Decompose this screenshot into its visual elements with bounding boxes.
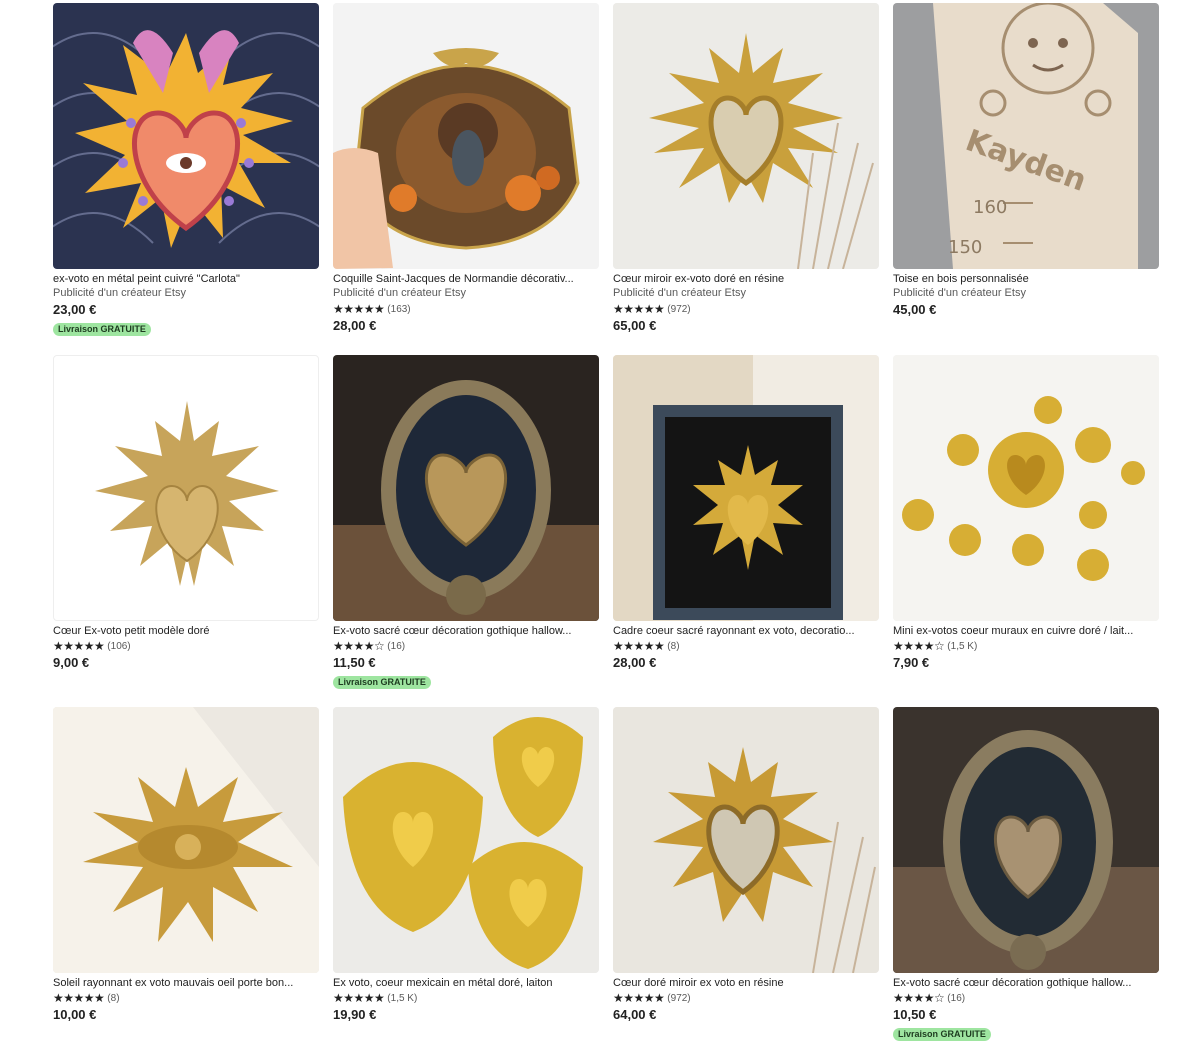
star-rating-icon: ★★★★★ — [333, 991, 385, 1005]
rating: ★★★★★ (972) — [613, 990, 879, 1006]
review-count: (8) — [107, 992, 120, 1004]
listing-title[interactable]: Coquille Saint-Jacques de Normandie déco… — [333, 272, 599, 286]
listing-title[interactable]: Soleil rayonnant ex voto mauvais oeil po… — [53, 976, 319, 990]
listing-card[interactable]: Cadre coeur sacré rayonnant ex voto, dec… — [613, 355, 879, 707]
review-count: (16) — [387, 640, 406, 652]
star-rating-icon: ★★★★☆ — [893, 639, 945, 653]
star-rating-icon: ★★★★★ — [333, 302, 385, 316]
review-count: (8) — [667, 640, 680, 652]
listing-title[interactable]: Mini ex-votos coeur muraux en cuivre dor… — [893, 624, 1159, 638]
listing-card[interactable]: ex-voto en métal peint cuivré "Carlota" … — [53, 3, 319, 355]
review-count: (1,5 K) — [947, 640, 978, 652]
review-count: (163) — [387, 303, 411, 315]
listing-image-growth-chart[interactable]: Kayden 160 150 — [893, 3, 1159, 269]
rating: ★★★★☆ (16) — [333, 638, 599, 654]
listing-card[interactable]: Coquille Saint-Jacques de Normandie déco… — [333, 3, 599, 355]
listing-image-mini-hearts[interactable] — [893, 355, 1159, 621]
review-count: (1,5 K) — [387, 992, 418, 1004]
listing-card[interactable]: Mini ex-votos coeur muraux en cuivre dor… — [893, 355, 1159, 707]
review-count: (972) — [667, 303, 691, 315]
listing-price: 28,00 € — [333, 318, 377, 333]
listing-title[interactable]: Ex voto, coeur mexicain en métal doré, l… — [333, 976, 599, 990]
listing-title[interactable]: Ex-voto sacré cœur décoration gothique h… — [893, 976, 1159, 990]
listing-title[interactable]: Toise en bois personnalisée — [893, 272, 1159, 286]
listing-title[interactable]: Cœur doré miroir ex voto en résine — [613, 976, 879, 990]
ad-label: Publicité d'un créateur Etsy — [53, 287, 186, 299]
ad-label: Publicité d'un créateur Etsy — [893, 287, 1026, 299]
listing-title[interactable]: Ex-voto sacré cœur décoration gothique h… — [333, 624, 599, 638]
listing-card[interactable]: Cœur Ex-voto petit modèle doré ★★★★★ (10… — [53, 355, 319, 707]
listing-card[interactable]: Kayden 160 150 Toise en bois personnalis… — [893, 3, 1159, 355]
listing-image-gothic-frame[interactable] — [333, 355, 599, 621]
listing-price: 28,00 € — [613, 655, 657, 670]
star-rating-icon: ★★★★☆ — [333, 639, 385, 653]
listing-image-gold-heart[interactable] — [53, 355, 319, 621]
listing-image-sun-eye[interactable] — [53, 707, 319, 973]
listing-image-framed-heart[interactable] — [613, 355, 879, 621]
listing-price: 10,00 € — [53, 1007, 97, 1022]
review-count: (16) — [947, 992, 966, 1004]
rating: ★★★★★ (106) — [53, 638, 319, 654]
listing-title[interactable]: Cadre coeur sacré rayonnant ex voto, dec… — [613, 624, 879, 638]
listing-title[interactable]: Cœur Ex-voto petit modèle doré — [53, 624, 319, 638]
rating: ★★★★★ (163) — [333, 301, 599, 317]
rating: ★★★★☆ (1,5 K) — [893, 638, 1159, 654]
listing-price: 64,00 € — [613, 1007, 657, 1022]
listing-price: 65,00 € — [613, 318, 657, 333]
free-shipping-badge: Livraison GRATUITE — [893, 1028, 991, 1041]
listing-image-mirror-heart[interactable] — [613, 3, 879, 269]
listing-image-shell[interactable] — [333, 3, 599, 269]
listing-image-painted-heart[interactable] — [53, 3, 319, 269]
listing-title[interactable]: Cœur miroir ex-voto doré en résine — [613, 272, 879, 286]
star-rating-icon: ★★★★★ — [53, 991, 105, 1005]
listing-card[interactable]: Soleil rayonnant ex voto mauvais oeil po… — [53, 707, 319, 1059]
free-shipping-badge: Livraison GRATUITE — [53, 323, 151, 336]
ad-label: Publicité d'un créateur Etsy — [613, 287, 746, 299]
rating: ★★★★★ (1,5 K) — [333, 990, 599, 1006]
free-shipping-badge: Livraison GRATUITE — [333, 676, 431, 689]
rating: ★★★★★ (972) — [613, 301, 879, 317]
listing-price: 45,00 € — [893, 302, 937, 317]
listing-price: 11,50 € — [333, 655, 376, 670]
listing-price: 10,50 € — [893, 1007, 937, 1022]
listing-card[interactable]: Cœur doré miroir ex voto en résine ★★★★★… — [613, 707, 879, 1059]
listing-title[interactable]: ex-voto en métal peint cuivré "Carlota" — [53, 272, 319, 286]
rating: ★★★★★ (8) — [53, 990, 319, 1006]
listing-image-gold-mirror-heart[interactable] — [613, 707, 879, 973]
listing-price: 9,00 € — [53, 655, 90, 670]
listing-card[interactable]: Ex-voto sacré cœur décoration gothique h… — [333, 355, 599, 707]
star-rating-icon: ★★★★★ — [53, 639, 105, 653]
listing-price: 7,90 € — [893, 655, 930, 670]
listing-price: 23,00 € — [53, 302, 97, 317]
listing-card[interactable]: Ex-voto sacré cœur décoration gothique h… — [893, 707, 1159, 1059]
star-rating-icon: ★★★★★ — [613, 991, 665, 1005]
star-rating-icon: ★★★★★ — [613, 302, 665, 316]
rating: ★★★★★ (8) — [613, 638, 879, 654]
review-count: (972) — [667, 992, 691, 1004]
ad-label: Publicité d'un créateur Etsy — [333, 287, 466, 299]
listing-card[interactable]: Cœur miroir ex-voto doré en résine Publi… — [613, 3, 879, 355]
review-count: (106) — [107, 640, 131, 652]
svg-text:160: 160 — [973, 197, 1007, 218]
listing-image-mexican-hearts[interactable] — [333, 707, 599, 973]
star-rating-icon: ★★★★★ — [613, 639, 665, 653]
listing-price: 19,90 € — [333, 1007, 377, 1022]
listing-card[interactable]: Ex voto, coeur mexicain en métal doré, l… — [333, 707, 599, 1059]
rating: ★★★★☆ (16) — [893, 990, 1159, 1006]
listing-image-gothic-frame-2[interactable] — [893, 707, 1159, 973]
listing-grid: ex-voto en métal peint cuivré "Carlota" … — [53, 3, 1159, 1059]
star-rating-icon: ★★★★☆ — [893, 991, 945, 1005]
svg-text:150: 150 — [948, 237, 982, 258]
